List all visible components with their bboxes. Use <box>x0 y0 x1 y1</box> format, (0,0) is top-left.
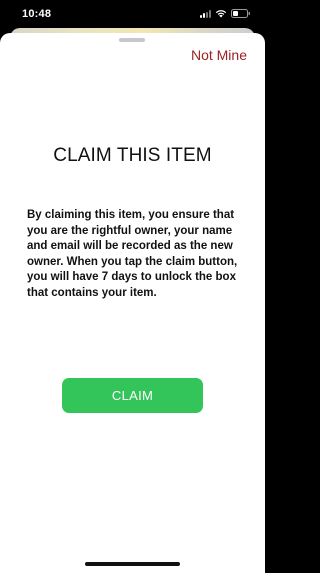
wifi-icon <box>215 9 227 18</box>
status-time: 10:48 <box>22 8 52 20</box>
page-title: CLAIM THIS ITEM <box>53 145 212 166</box>
sheet-grabber[interactable] <box>119 38 145 42</box>
claim-description: By claiming this item, you ensure that y… <box>27 209 238 299</box>
status-bar: 10:48 <box>0 0 265 30</box>
claim-button[interactable]: CLAIM <box>62 378 203 413</box>
claim-sheet: Not Mine CLAIM THIS ITEM By claiming thi… <box>0 33 265 573</box>
home-indicator[interactable] <box>85 562 180 566</box>
signal-icon <box>200 9 211 18</box>
battery-icon <box>231 9 251 18</box>
screen: 10:48 Not Mine CLAIM THIS ITEM By claimi… <box>0 0 265 573</box>
not-mine-button[interactable]: Not Mine <box>191 47 247 63</box>
status-icons <box>200 9 251 18</box>
